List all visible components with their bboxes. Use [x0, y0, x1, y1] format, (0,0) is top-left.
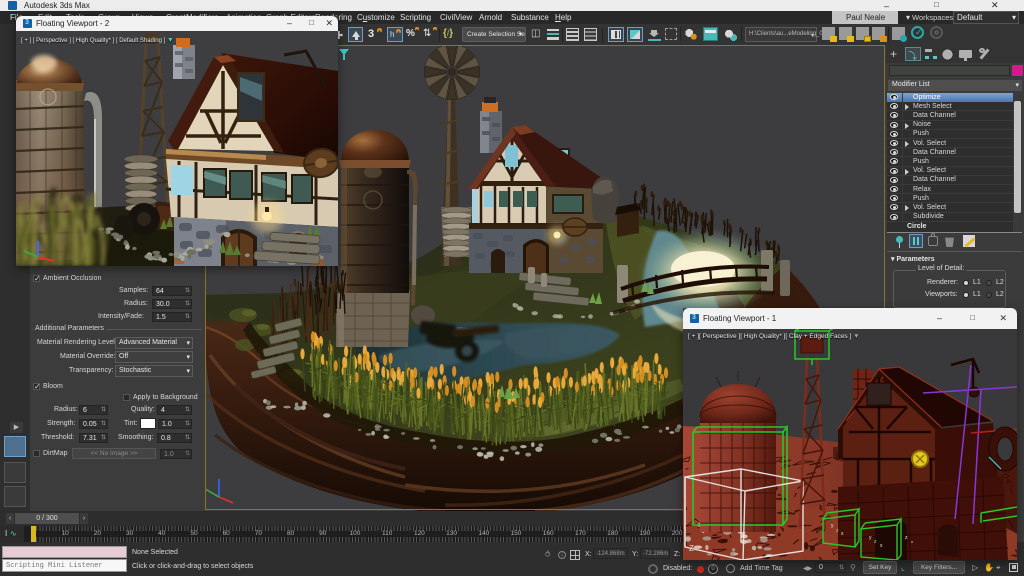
- svg-text:Z: Z: [689, 544, 694, 553]
- svg-text:x: x: [911, 539, 913, 544]
